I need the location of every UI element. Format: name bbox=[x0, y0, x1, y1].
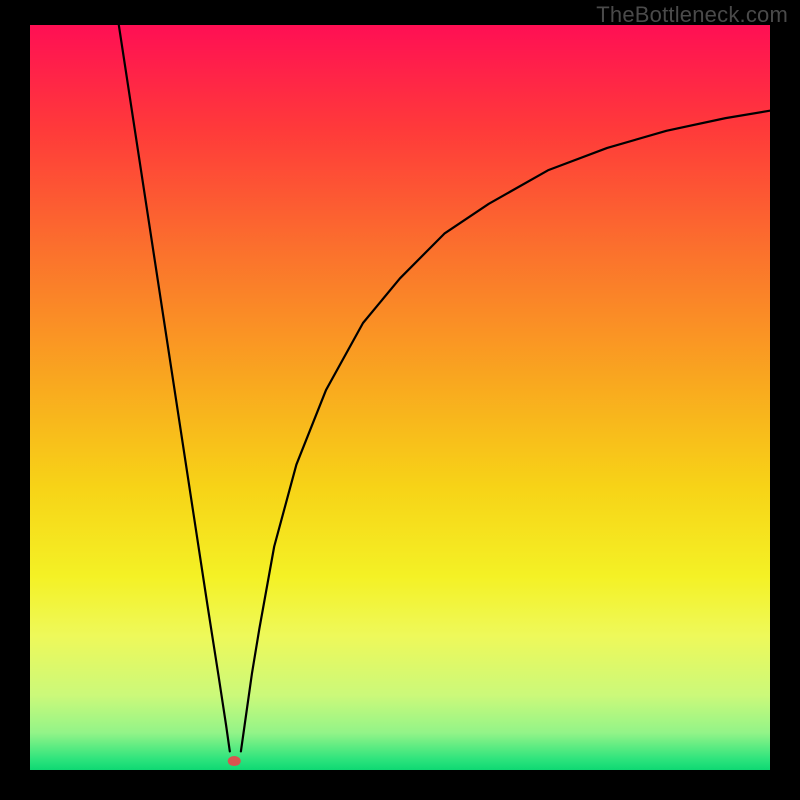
chart-container: TheBottleneck.com bbox=[0, 0, 800, 800]
watermark-text: TheBottleneck.com bbox=[596, 2, 788, 28]
plot-svg bbox=[30, 25, 770, 770]
gradient-background bbox=[30, 25, 770, 770]
plot-frame bbox=[30, 25, 770, 770]
minimum-marker bbox=[228, 756, 241, 766]
